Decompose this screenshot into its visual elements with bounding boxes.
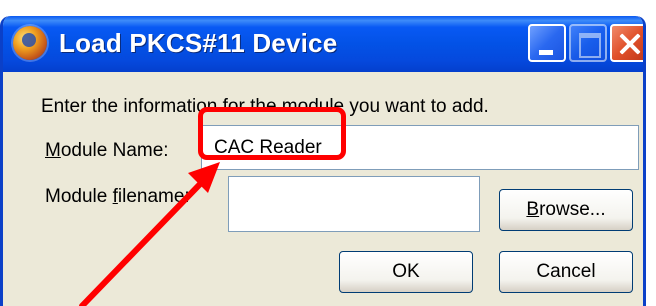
maximize-icon[interactable] xyxy=(569,24,607,62)
title-bar[interactable]: Load PKCS#11 Device xyxy=(3,16,643,72)
module-name-accesskey: M xyxy=(45,140,61,161)
firefox-icon xyxy=(13,26,47,60)
close-icon[interactable] xyxy=(610,24,643,62)
cancel-button[interactable]: Cancel xyxy=(499,251,633,293)
module-name-label-rest: odule Name: xyxy=(60,140,169,161)
browse-button[interactable]: Browse... xyxy=(499,189,633,231)
intro-text: Enter the information for the module you… xyxy=(41,96,489,117)
window-title: Load PKCS#11 Device xyxy=(59,28,338,58)
module-filename-label-pre: Module xyxy=(45,186,113,207)
minimize-icon[interactable] xyxy=(528,24,566,62)
load-pkcs11-dialog: Load PKCS#11 Device Enter the informatio… xyxy=(0,16,646,306)
browse-label-rest: rowse... xyxy=(539,199,606,220)
module-name-label: Module Name: xyxy=(45,140,169,162)
module-filename-label-rest: ilename: xyxy=(117,186,190,207)
module-filename-input[interactable] xyxy=(228,176,480,232)
browse-accesskey: B xyxy=(526,199,540,220)
ok-button[interactable]: OK xyxy=(339,251,473,293)
module-filename-label: Module filename: xyxy=(45,186,190,208)
module-name-input[interactable]: CAC Reader xyxy=(201,125,639,170)
screenshot-stage: Load PKCS#11 Device Enter the informatio… xyxy=(0,0,656,306)
